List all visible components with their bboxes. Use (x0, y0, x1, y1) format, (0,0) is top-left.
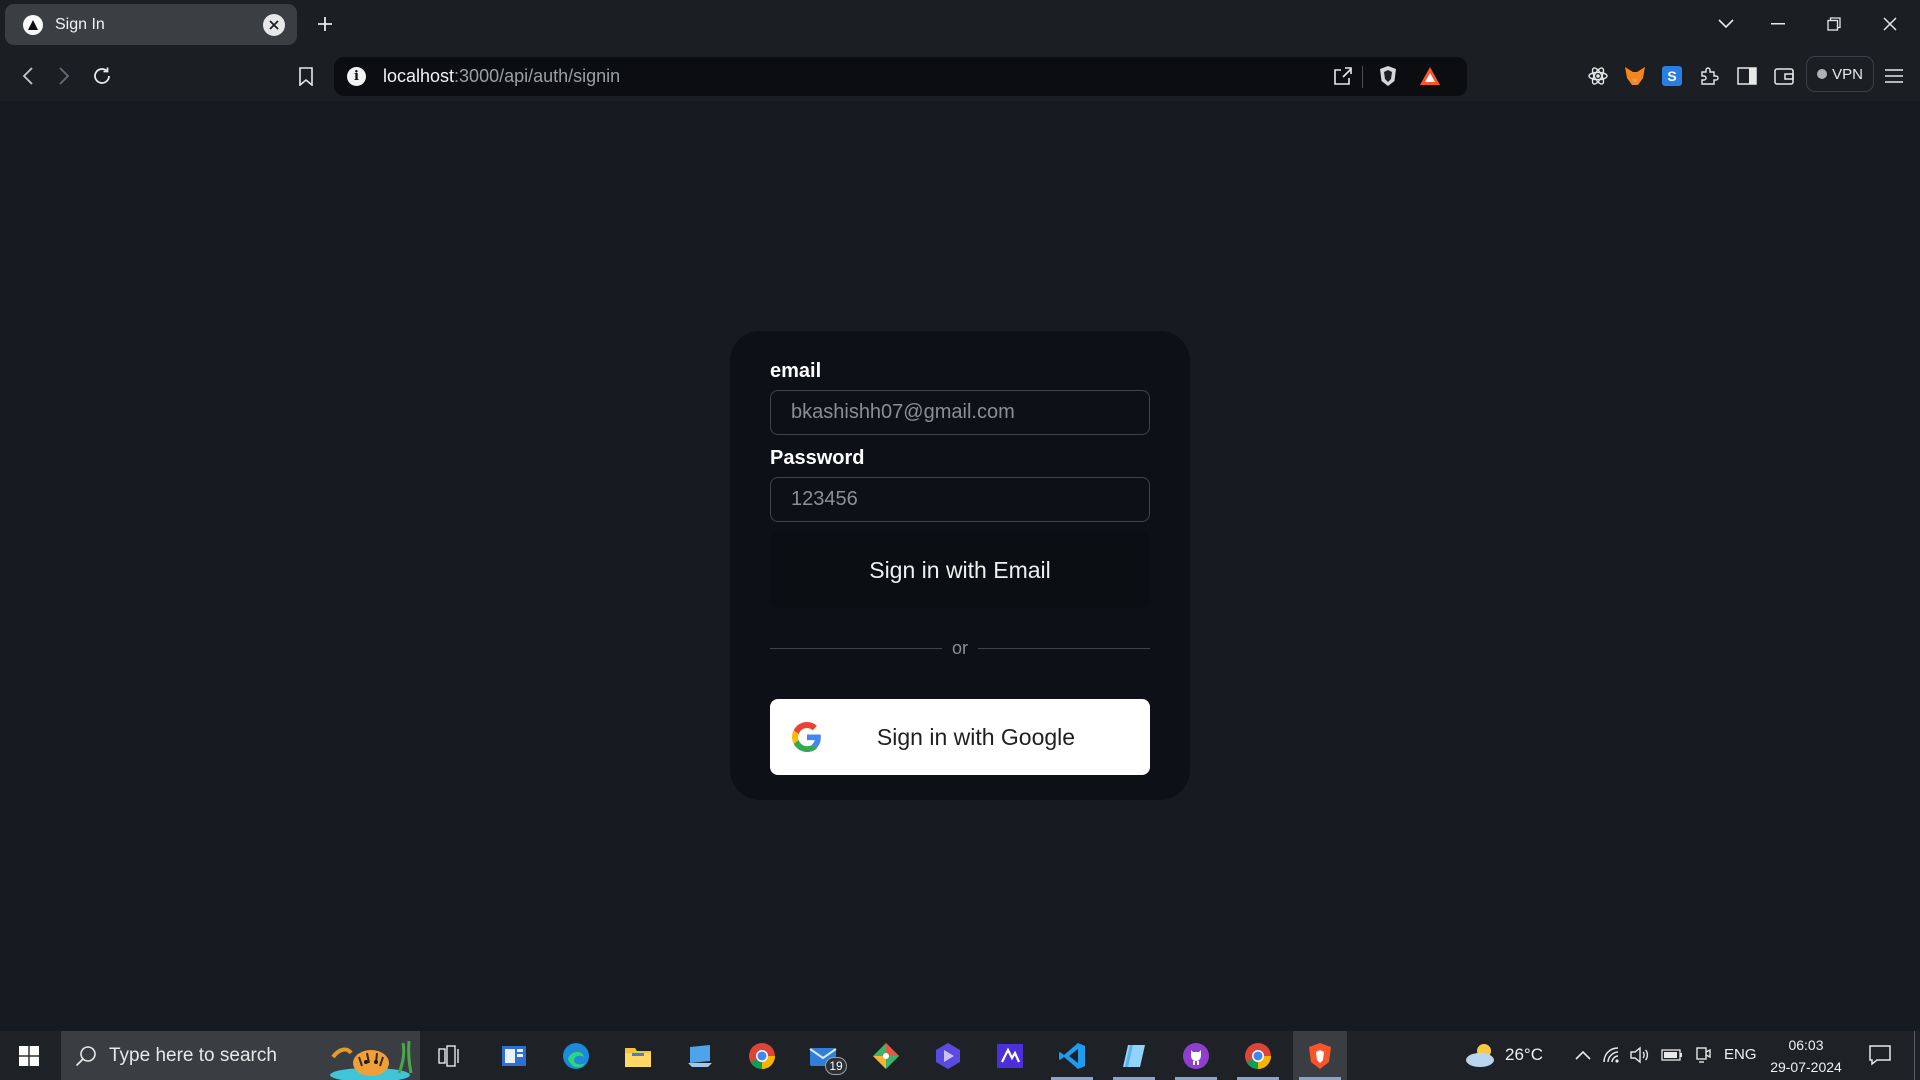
site-info-icon[interactable]: i (347, 67, 366, 86)
back-icon[interactable] (14, 62, 42, 90)
github-desktop-icon[interactable] (1169, 1031, 1223, 1080)
bookmark-icon[interactable] (292, 62, 320, 90)
search-highlight-tiger-icon[interactable] (325, 1035, 420, 1080)
task-view-icon[interactable] (423, 1031, 477, 1080)
clock[interactable]: 06:03 29-07-2024 (1762, 1034, 1850, 1078)
or-divider: or (770, 636, 1151, 660)
power-automate-icon[interactable] (921, 1031, 975, 1080)
tab-search-chevron-icon[interactable] (1710, 10, 1742, 38)
windows-logo-icon (19, 1045, 39, 1066)
edge-browser-icon[interactable] (549, 1031, 603, 1080)
svg-text:S: S (1667, 68, 1676, 84)
email-placeholder: bkashishh07@gmail.com (791, 401, 1015, 423)
codesandbox-app-icon[interactable] (983, 1031, 1037, 1080)
meet-now-camera-icon[interactable] (1692, 1044, 1714, 1066)
nextauth-favicon-icon (23, 14, 43, 35)
file-explorer-icon[interactable] (611, 1031, 665, 1080)
browser-toolbar: i localhost:3000/api/auth/signin S VPN (0, 49, 1920, 101)
vscode-icon[interactable] (1045, 1031, 1099, 1080)
brave-shields-icon[interactable] (1374, 62, 1402, 90)
mail-badge: 19 (825, 1057, 847, 1075)
extensions-puzzle-icon[interactable] (1695, 62, 1723, 90)
weather-temperature[interactable]: 26°C (1505, 1045, 1543, 1065)
metamask-icon[interactable] (1621, 62, 1649, 90)
password-label: Password (770, 447, 865, 469)
clock-time: 06:03 (1788, 1037, 1824, 1053)
battery-icon[interactable] (1661, 1044, 1683, 1066)
minimize-icon[interactable] (1762, 10, 1794, 38)
divider-line-left (770, 647, 942, 649)
sidebar-toggle-icon[interactable] (1733, 62, 1761, 90)
vpn-status-icon (1817, 69, 1828, 79)
notifications-icon[interactable] (1868, 1043, 1892, 1067)
tray-chevron-up-icon[interactable] (1572, 1044, 1594, 1066)
tab-sign-in[interactable]: Sign In (5, 4, 297, 45)
share-icon[interactable] (1329, 62, 1357, 90)
vpn-label: VPN (1832, 65, 1863, 83)
forward-icon[interactable] (50, 62, 78, 90)
volume-icon[interactable] (1628, 1044, 1650, 1066)
chrome-icon[interactable] (735, 1031, 789, 1080)
remote-desktop-icon[interactable] (673, 1031, 727, 1080)
sign-in-google-button[interactable]: Sign in with Google (770, 699, 1150, 775)
windows-taskbar: Type here to search 19 26°C ENG 06:03 29… (0, 1031, 1920, 1080)
clock-date: 29-07-2024 (1770, 1059, 1842, 1075)
divider-line-right (978, 647, 1151, 649)
email-label: email (770, 360, 822, 382)
news-widget-icon[interactable] (487, 1031, 541, 1080)
sign-in-email-button[interactable]: Sign in with Email (770, 532, 1150, 608)
start-button[interactable] (0, 1031, 58, 1080)
chrome-running-icon[interactable] (1231, 1031, 1285, 1080)
vpn-button[interactable]: VPN (1806, 56, 1874, 92)
close-tab-icon[interactable] (263, 13, 285, 36)
omnibox-separator (1362, 66, 1363, 88)
extension-s-icon[interactable]: S (1658, 62, 1686, 90)
menu-hamburger-icon[interactable] (1880, 62, 1908, 90)
password-field[interactable]: 123456 (770, 477, 1150, 522)
tab-title: Sign In (55, 15, 105, 33)
address-bar[interactable]: i localhost:3000/api/auth/signin (334, 57, 1467, 96)
page-viewport: email bkashishh07@gmail.com Password 123… (0, 101, 1920, 1031)
tab-strip: Sign In (0, 0, 1920, 49)
divider-text: or (952, 637, 969, 658)
email-field[interactable]: bkashishh07@gmail.com (770, 390, 1150, 435)
url-text: localhost:3000/api/auth/signin (383, 66, 621, 86)
password-placeholder: 123456 (791, 488, 858, 510)
weather-cloud-icon[interactable] (1464, 1041, 1498, 1069)
wallet-icon[interactable] (1770, 62, 1798, 90)
react-devtools-icon[interactable] (1584, 62, 1612, 90)
language-indicator[interactable]: ENG (1724, 1046, 1757, 1063)
brave-rewards-icon[interactable] (1416, 62, 1444, 90)
signin-card: email bkashishh07@gmail.com Password 123… (730, 331, 1190, 800)
network-wifi-icon[interactable] (1601, 1044, 1623, 1066)
show-desktop-strip[interactable] (1914, 1031, 1915, 1080)
mail-icon[interactable]: 19 (797, 1031, 851, 1080)
search-icon (75, 1045, 96, 1066)
restore-icon[interactable] (1818, 10, 1850, 38)
git-kraken-icon[interactable] (859, 1031, 913, 1080)
brave-browser-icon[interactable] (1293, 1031, 1347, 1080)
reload-icon[interactable] (88, 62, 116, 90)
google-button-label: Sign in with Google (876, 723, 1076, 750)
search-placeholder: Type here to search (109, 1044, 277, 1066)
notepad-icon[interactable] (1107, 1031, 1161, 1080)
new-tab-button[interactable] (313, 12, 337, 36)
close-window-icon[interactable] (1874, 10, 1906, 38)
